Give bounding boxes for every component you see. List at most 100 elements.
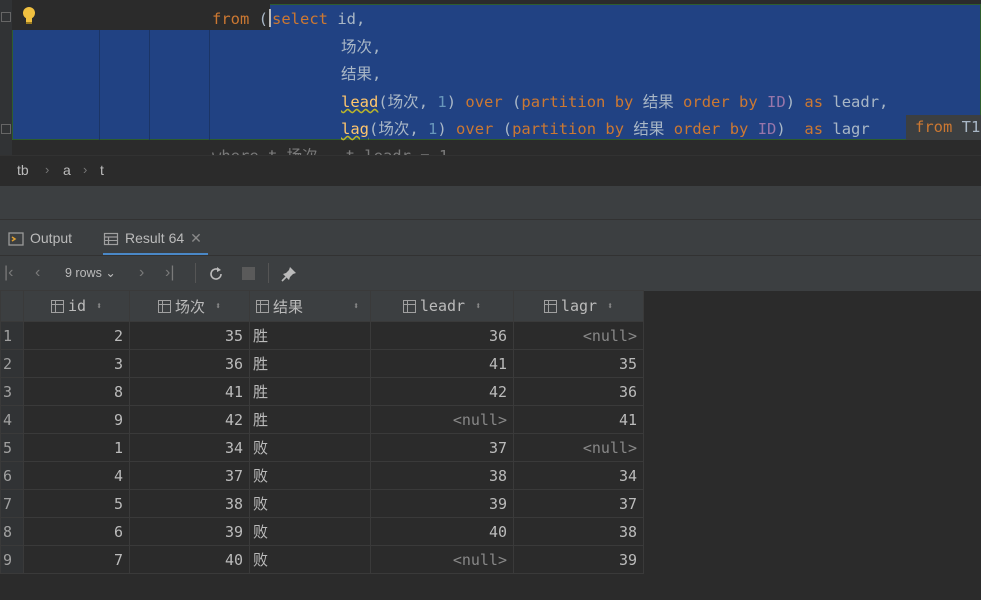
result-grid[interactable]: id ⬍ 场次 ⬍ 结果 ⬍ leadr ⬍ lagr ⬍ 1 2 35 胜 36 <null> 2… [0,290,644,574]
cell-jieguo[interactable]: 胜 [249,405,371,434]
column-header-changci[interactable]: 场次 ⬍ [129,290,250,322]
cell-leadr[interactable]: 41 [370,349,514,378]
cell-leadr[interactable]: 36 [370,321,514,350]
close-icon[interactable]: ✕ [190,230,202,246]
row-number[interactable]: 6 [0,461,24,490]
indent-guide [209,30,210,140]
sort-icon[interactable]: ⬍ [607,301,613,312]
refresh-icon[interactable] [207,265,225,283]
cell-id[interactable]: 6 [23,517,130,546]
cell-id[interactable]: 8 [23,377,130,406]
cell-jieguo[interactable]: 胜 [249,321,371,350]
first-page-icon[interactable]: |‹ [4,264,13,282]
cell-leadr[interactable]: 37 [370,433,514,462]
sort-icon[interactable]: ⬍ [353,301,359,312]
cell-leadr[interactable]: <null> [370,545,514,574]
row-number[interactable]: 8 [0,517,24,546]
previous-page-icon[interactable]: ‹ [35,264,40,282]
cell-changci[interactable]: 40 [129,545,250,574]
cell-id[interactable]: 4 [23,461,130,490]
paren: ( [512,93,522,111]
fold-marker-icon[interactable] [1,124,11,134]
column-icon [50,299,64,313]
table-row[interactable]: 7 5 38 败 39 37 [0,489,644,518]
keyword-select: select [272,10,329,28]
cell-jieguo[interactable]: 胜 [249,377,371,406]
cell-lagr[interactable]: 34 [513,461,644,490]
breadcrumb-item[interactable]: tb [17,162,29,178]
table-row[interactable]: 2 3 36 胜 41 35 [0,349,644,378]
cell-jieguo[interactable]: 败 [249,461,371,490]
stop-icon[interactable] [242,267,255,280]
table-row[interactable]: 9 7 40 败 <null> 39 [0,545,644,574]
breadcrumb-item[interactable]: t [100,162,104,178]
cell-leadr[interactable]: <null> [370,405,514,434]
sort-icon[interactable]: ⬍ [96,301,102,312]
cell-changci[interactable]: 42 [129,405,250,434]
row-number[interactable]: 5 [0,433,24,462]
row-number[interactable]: 9 [0,545,24,574]
sort-icon[interactable]: ⬍ [215,301,221,312]
pin-icon[interactable] [280,265,298,283]
cell-changci[interactable]: 37 [129,461,250,490]
table-row[interactable]: 8 6 39 败 40 38 [0,517,644,546]
column-header-id[interactable]: id ⬍ [23,290,130,322]
table-row[interactable]: 5 1 34 败 37 <null> [0,433,644,462]
column-header-jieguo[interactable]: 结果 ⬍ [249,290,371,322]
row-number[interactable]: 3 [0,377,24,406]
cell-id[interactable]: 5 [23,489,130,518]
row-number[interactable]: 2 [0,349,24,378]
column-header-leadr[interactable]: leadr ⬍ [370,290,514,322]
indent-guide [149,30,150,140]
cell-lagr[interactable]: <null> [513,433,644,462]
cell-changci[interactable]: 41 [129,377,250,406]
table-row[interactable]: 3 8 41 胜 42 36 [0,377,644,406]
breadcrumb-item[interactable]: a [63,162,71,178]
cell-lagr[interactable]: 35 [513,349,644,378]
fold-marker-icon[interactable] [1,12,11,22]
cell-leadr[interactable]: 42 [370,377,514,406]
cell-id[interactable]: 2 [23,321,130,350]
row-number[interactable]: 4 [0,405,24,434]
keyword-from: from [915,118,953,136]
table-row[interactable]: 4 9 42 胜 <null> 41 [0,405,644,434]
code-editor[interactable]: from (select id, 场次, 结果, lead(场次, 1) ove… [0,0,981,155]
cell-changci[interactable]: 39 [129,517,250,546]
cell-lagr[interactable]: 36 [513,377,644,406]
cell-id[interactable]: 1 [23,433,130,462]
tab-output[interactable]: Output [8,220,93,256]
cell-leadr[interactable]: 40 [370,517,514,546]
row-number-header [0,290,24,322]
cell-id[interactable]: 9 [23,405,130,434]
cell-lagr[interactable]: 37 [513,489,644,518]
cell-lagr[interactable]: 38 [513,517,644,546]
cell-leadr[interactable]: 39 [370,489,514,518]
cell-jieguo[interactable]: 败 [249,517,371,546]
lightbulb-icon[interactable] [22,6,36,26]
table-row[interactable]: 6 4 37 败 38 34 [0,461,644,490]
cell-id[interactable]: 7 [23,545,130,574]
table-row[interactable]: 1 2 35 胜 36 <null> [0,321,644,350]
cell-jieguo[interactable]: 胜 [249,349,371,378]
row-number[interactable]: 7 [0,489,24,518]
cell-lagr[interactable]: <null> [513,321,644,350]
rows-count-dropdown[interactable]: 9 rows ⌄ [65,265,116,280]
last-page-icon[interactable]: ›| [165,264,174,282]
cell-lagr[interactable]: 39 [513,545,644,574]
code-text: 场次, [341,38,382,56]
tab-result-64[interactable]: Result 64 ✕ [103,220,208,256]
row-number[interactable]: 1 [0,321,24,350]
cell-jieguo[interactable]: 败 [249,545,371,574]
cell-jieguo[interactable]: 败 [249,489,371,518]
column-header-lagr[interactable]: lagr ⬍ [513,290,644,322]
sort-icon[interactable]: ⬍ [475,301,481,312]
next-page-icon[interactable]: › [139,264,144,282]
cell-changci[interactable]: 35 [129,321,250,350]
cell-lagr[interactable]: 41 [513,405,644,434]
cell-jieguo[interactable]: 败 [249,433,371,462]
cell-changci[interactable]: 38 [129,489,250,518]
cell-id[interactable]: 3 [23,349,130,378]
cell-changci[interactable]: 34 [129,433,250,462]
cell-changci[interactable]: 36 [129,349,250,378]
cell-leadr[interactable]: 38 [370,461,514,490]
